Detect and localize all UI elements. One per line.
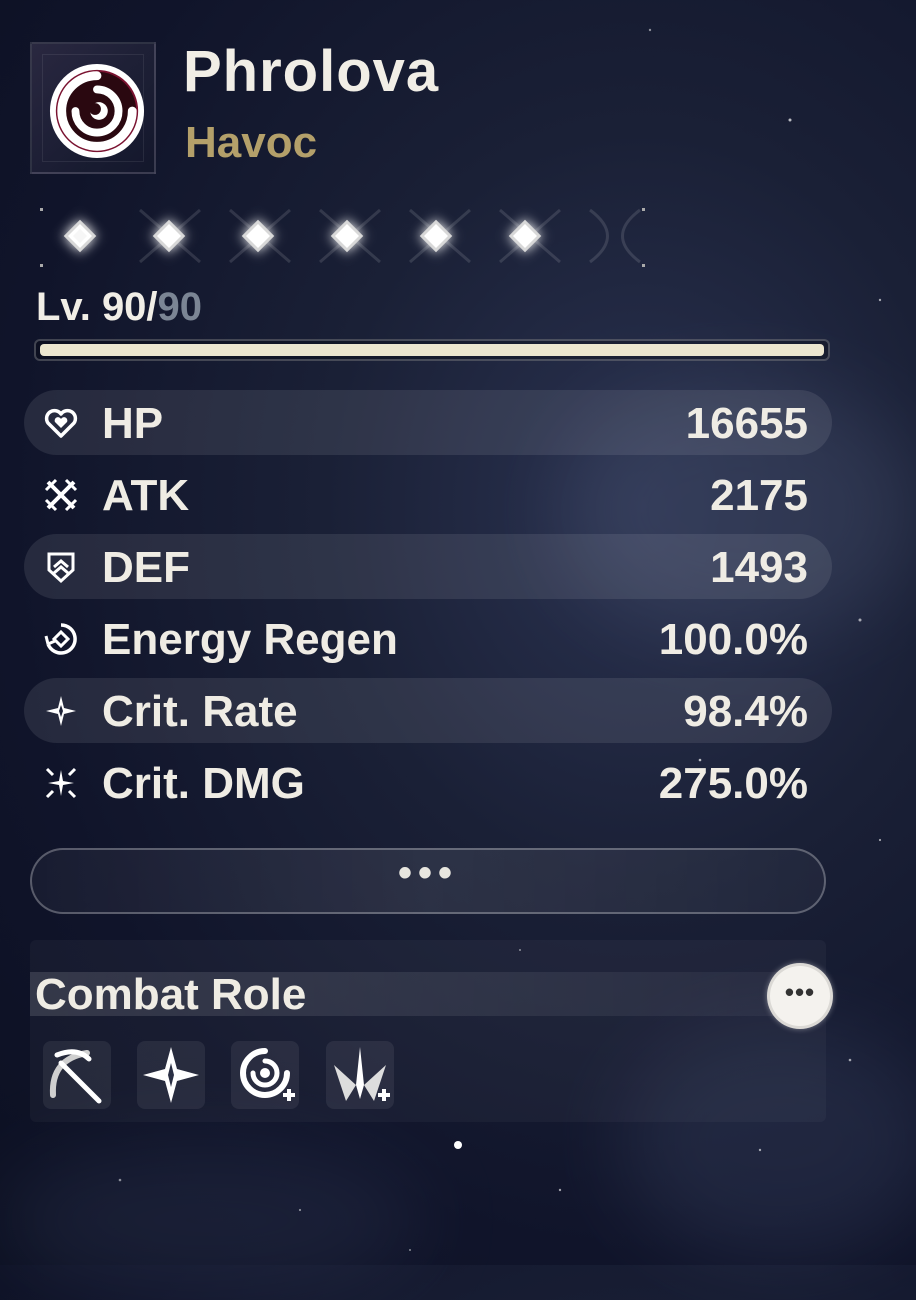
more-stats-button[interactable]: ••• <box>30 848 826 914</box>
level-progress-bar <box>34 339 830 361</box>
stat-label: Crit. Rate <box>102 687 298 736</box>
combat-role-sword-plus[interactable] <box>326 1041 394 1109</box>
stat-row-crit-rate: Crit. Rate 98.4% <box>24 678 832 743</box>
def-shield-icon <box>47 552 75 584</box>
element-emblem <box>30 42 156 174</box>
energy-regen-icon <box>44 623 77 655</box>
stat-value: 16655 <box>685 399 808 448</box>
sword-burst-plus-icon <box>334 1047 390 1101</box>
stat-row-crit-dmg: Crit. DMG 275.0% <box>24 750 832 815</box>
four-point-star-icon <box>143 1047 199 1103</box>
hp-heart-icon <box>44 408 78 438</box>
crit-rate-star-icon <box>46 696 76 726</box>
combat-role-scythe[interactable] <box>43 1041 111 1109</box>
element-name: Havoc <box>185 118 318 167</box>
combat-role-havoc-plus[interactable] <box>231 1041 299 1109</box>
more-stats-dots: ••• <box>397 851 458 895</box>
sequence-node-5[interactable] <box>419 219 453 253</box>
level-progress-fill <box>40 344 824 356</box>
sequence-node-3[interactable] <box>241 219 275 253</box>
combat-role-title: Combat Role <box>35 970 307 1019</box>
stat-label: ATK <box>102 471 190 520</box>
havoc-swirl-icon <box>49 63 145 159</box>
stat-label: Crit. DMG <box>102 759 305 808</box>
sequence-nodes <box>40 200 650 272</box>
combat-role-more-dots: ••• <box>784 977 816 1007</box>
sequence-node-1[interactable] <box>63 219 97 253</box>
combat-role-star[interactable] <box>137 1041 205 1109</box>
stat-label: DEF <box>102 543 190 592</box>
stats-list: HP 16655 ATK 2175 DEF 1493 Energy Regen … <box>24 390 832 822</box>
stat-value: 2175 <box>710 471 808 520</box>
crit-dmg-sparkle-icon <box>45 767 77 799</box>
stat-row-energy-regen: Energy Regen 100.0% <box>24 606 832 671</box>
stat-row-hp: HP 16655 <box>24 390 832 455</box>
stat-value: 275.0% <box>658 759 808 808</box>
stat-value: 100.0% <box>658 615 808 664</box>
level-current: Lv. 90/ <box>36 285 158 329</box>
sequence-node-6[interactable] <box>508 219 542 253</box>
scythe-icon <box>49 1049 102 1104</box>
character-name: Phrolova <box>183 39 440 104</box>
stat-value: 98.4% <box>683 687 808 736</box>
sequence-node-4[interactable] <box>330 219 364 253</box>
combat-role-more-button[interactable]: ••• <box>767 963 833 1029</box>
havoc-swirl-plus-icon <box>240 1048 295 1101</box>
stat-label: HP <box>102 399 164 448</box>
stat-row-atk: ATK 2175 <box>24 462 832 527</box>
sequence-node-2[interactable] <box>152 219 186 253</box>
level-max: 90 <box>157 285 203 329</box>
stat-label: Energy Regen <box>102 615 398 664</box>
stat-value: 1493 <box>710 543 808 592</box>
stat-row-def: DEF 1493 <box>24 534 832 599</box>
atk-crossed-swords-icon <box>44 478 78 512</box>
level-label: Lv. 90/90 <box>36 285 202 330</box>
